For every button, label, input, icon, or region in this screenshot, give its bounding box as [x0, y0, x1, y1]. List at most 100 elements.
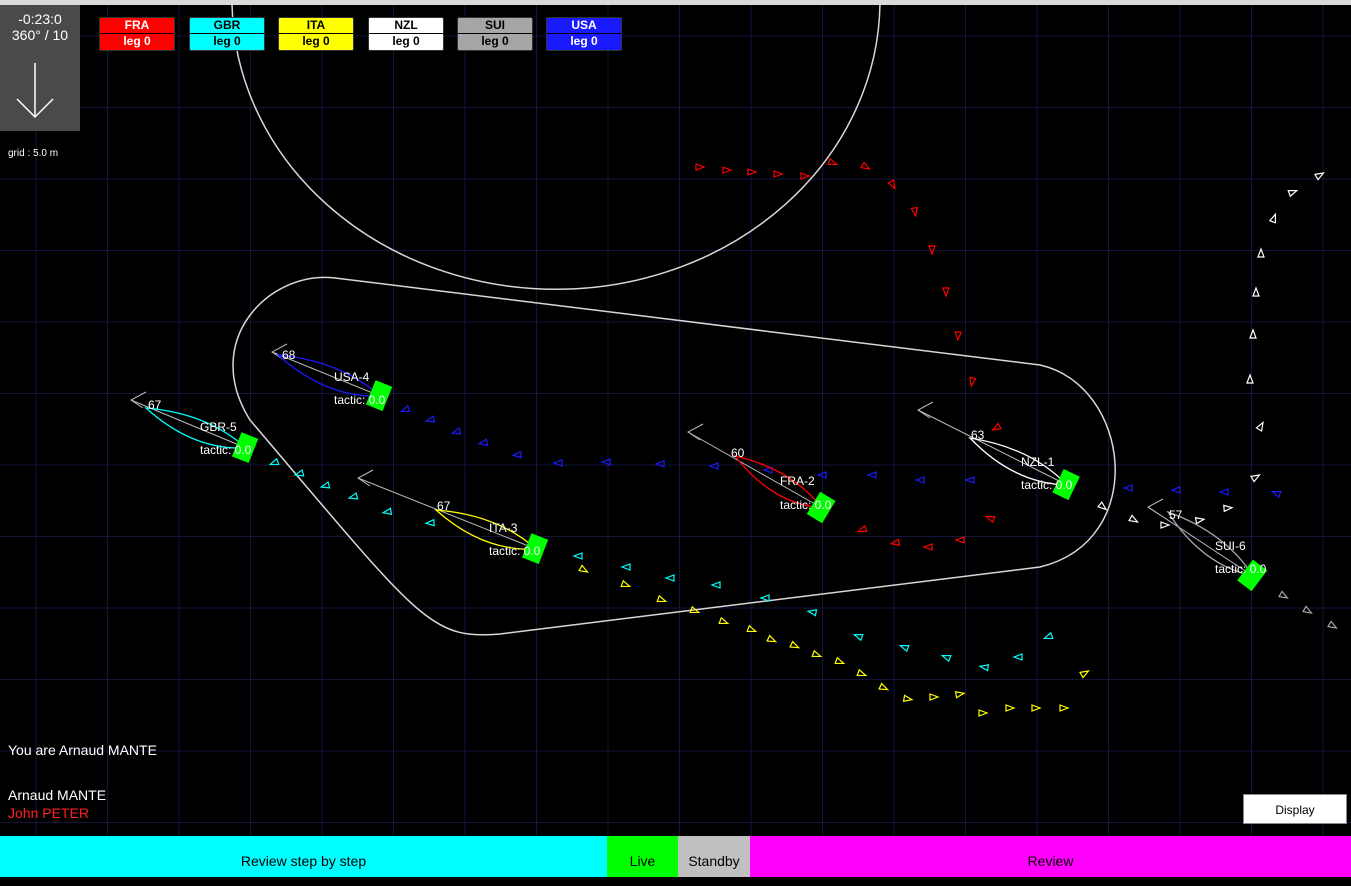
- boat-sui-6: [1147, 498, 1268, 592]
- boat-id: FRA-2: [780, 474, 815, 488]
- boat-speed: 67: [437, 499, 451, 513]
- track-marker: [722, 166, 733, 174]
- track-marker: [1246, 373, 1254, 384]
- track-marker: [1250, 474, 1261, 483]
- track-marker: [1327, 620, 1338, 629]
- track-marker: [1122, 484, 1133, 492]
- track-marker: [773, 170, 784, 178]
- track-marker: [942, 287, 950, 298]
- track-marker: [811, 649, 823, 658]
- track-marker: [1252, 286, 1260, 297]
- track-marker: [1031, 704, 1042, 712]
- track-marker: [1005, 704, 1016, 712]
- track-marker: [1128, 514, 1139, 523]
- standby-button[interactable]: Standby: [678, 836, 750, 877]
- race-timer: -0:23:0: [18, 11, 62, 27]
- boat-id: GBR-5: [200, 420, 237, 434]
- boat-id: USA-4: [334, 370, 370, 384]
- track-marker: [991, 422, 1002, 431]
- boat-tactic: tactic: 0.0: [1021, 478, 1073, 492]
- boat-id: NZL-1: [1021, 455, 1055, 469]
- display-button[interactable]: Display: [1243, 794, 1347, 824]
- boat-speed: 63: [971, 428, 985, 442]
- track-marker: [922, 543, 933, 551]
- legend-fra[interactable]: FRA leg 0: [99, 17, 175, 51]
- track-marker: [766, 634, 778, 643]
- track-marker: [1249, 328, 1257, 339]
- track-marker: [695, 163, 706, 171]
- review-step-button[interactable]: Review step by step: [0, 836, 607, 877]
- track-marker: [746, 624, 758, 633]
- track-marker: [450, 427, 462, 435]
- track-marker: [834, 656, 846, 665]
- track-marker: [477, 438, 489, 447]
- track-marker: [600, 458, 611, 466]
- track-marker: [968, 376, 977, 388]
- boat-tactic: tactic: 0.0: [489, 544, 541, 558]
- track-marker: [1270, 490, 1282, 499]
- legend-nzl[interactable]: NZL leg 0: [368, 17, 444, 51]
- legend-usa[interactable]: USA leg 0: [546, 17, 622, 51]
- boat-speed: 68: [282, 348, 296, 362]
- grid-scale-label: grid : 5.0 m: [8, 148, 59, 159]
- track-marker: [806, 608, 818, 617]
- track-marker: [856, 524, 868, 533]
- track-marker: [1012, 653, 1023, 661]
- track-marker: [620, 579, 632, 588]
- track-marker: [1079, 670, 1090, 679]
- track-marker: [978, 663, 990, 672]
- track-marker: [889, 538, 901, 547]
- review-button[interactable]: Review: [750, 836, 1351, 877]
- track-marker: [940, 654, 952, 663]
- track-marker: [789, 640, 801, 649]
- boat-tactic: tactic: 0.0: [200, 443, 252, 457]
- track-marker: [929, 693, 940, 701]
- track-marker: [708, 462, 719, 470]
- boat-speed: 57: [1169, 508, 1183, 522]
- track-marker: [1268, 212, 1277, 224]
- legend-ita[interactable]: ITA leg 0: [278, 17, 354, 51]
- track-marker: [827, 157, 839, 166]
- track-marker: [747, 168, 758, 176]
- track-marker: [856, 668, 868, 677]
- track-marker: [887, 179, 896, 190]
- track-marker: [268, 457, 280, 466]
- track-marker: [654, 460, 665, 468]
- track-marker: [964, 476, 975, 484]
- track-marker: [759, 594, 770, 602]
- track-marker: [866, 471, 877, 479]
- boat-speed: 60: [731, 446, 745, 460]
- boat-id: SUI-6: [1215, 539, 1246, 553]
- legend-gbr[interactable]: GBR leg 0: [189, 17, 265, 51]
- track-marker: [399, 404, 411, 413]
- track-marker: [381, 507, 393, 516]
- track-marker: [800, 172, 811, 180]
- legend-sui[interactable]: SUI leg 0: [457, 17, 533, 51]
- track-marker: [984, 515, 996, 524]
- track-marker: [511, 450, 522, 459]
- track-marker: [1042, 631, 1054, 640]
- user-list-item: John PETER: [8, 805, 89, 821]
- boat-speed: 67: [148, 398, 162, 412]
- boat-tactic: tactic: 0.0: [1215, 562, 1267, 576]
- track-marker: [1218, 488, 1229, 496]
- track-marker: [656, 594, 668, 603]
- track-marker: [424, 518, 435, 527]
- live-button[interactable]: Live: [607, 836, 678, 877]
- track-marker: [572, 552, 583, 560]
- track-marker: [718, 616, 730, 625]
- track-marker: [978, 709, 989, 717]
- track-marker: [954, 331, 963, 342]
- boat-tactic: tactic: 0.0: [780, 498, 832, 512]
- track-marker: [620, 563, 631, 571]
- track-marker: [424, 415, 436, 423]
- track-marker: [898, 644, 910, 653]
- track-marker: [1160, 521, 1171, 529]
- track-marker: [910, 206, 919, 218]
- boat-tactic: tactic: 0.0: [334, 393, 386, 407]
- track-marker: [954, 690, 966, 699]
- track-marker: [1170, 486, 1181, 494]
- boat-tracks: [268, 157, 1338, 717]
- track-marker: [914, 476, 925, 484]
- track-marker: [902, 694, 914, 703]
